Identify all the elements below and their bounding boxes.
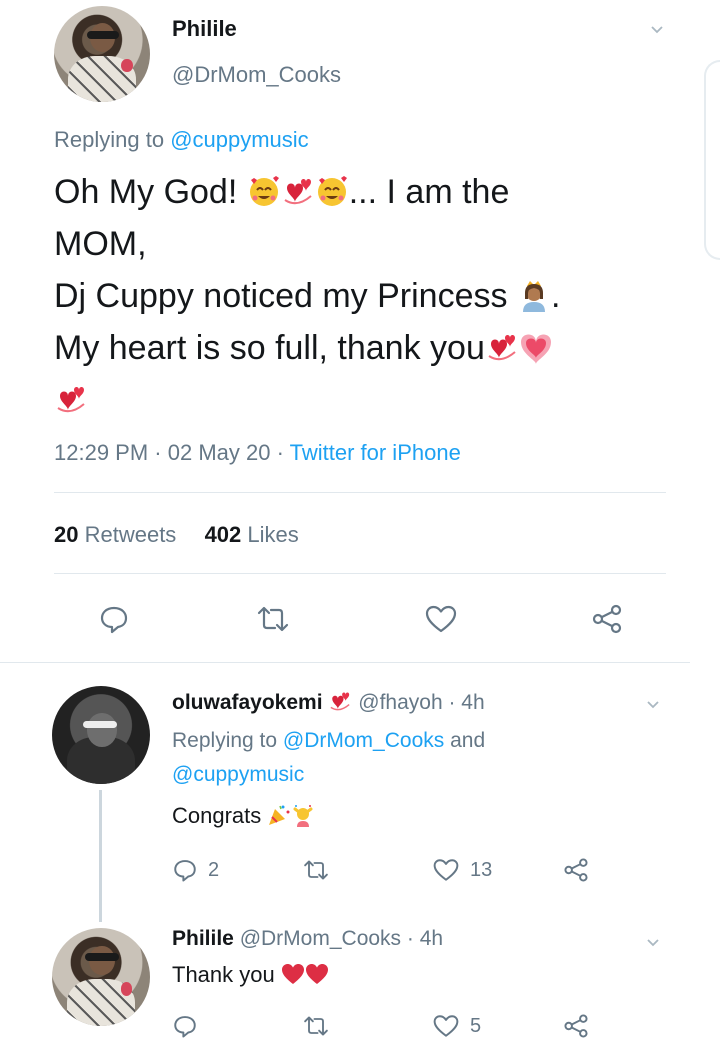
tweet-line-2: MOM,: [54, 225, 147, 263]
reply-author-line: oluwafayokemi @fhayoh · 4h: [172, 689, 485, 714]
reply-author-handle[interactable]: @fhayoh: [358, 691, 442, 714]
mention-link[interactable]: @cuppymusic: [170, 127, 309, 152]
revolving-hearts-icon: [485, 327, 519, 361]
reply-icon: [174, 860, 196, 882]
tweet-stats: 20 Retweets 402 Likes: [54, 522, 299, 548]
red-heart-icon: [281, 962, 305, 986]
like-button[interactable]: 5: [432, 1013, 481, 1039]
revolving-hearts-icon: [328, 689, 352, 713]
mention-link[interactable]: @DrMom_Cooks: [283, 729, 444, 752]
reply-author-line: Philile @DrMom_Cooks · 4h: [172, 927, 444, 950]
red-heart-icon: [305, 962, 329, 986]
thread-line: [99, 790, 102, 922]
likes-stat[interactable]: 402 Likes: [205, 522, 299, 547]
like-count: 5: [470, 1014, 482, 1037]
party-popper-icon: [267, 803, 291, 827]
chevron-down-icon[interactable]: [646, 697, 660, 711]
smiling-face-with-hearts-icon: [247, 171, 281, 206]
growing-heart-icon: [519, 327, 553, 364]
share-icon: [564, 1014, 588, 1038]
revolving-hearts-icon: [54, 379, 88, 413]
reply-age: 4h: [461, 691, 485, 714]
smiling-face-with-hearts-icon: [315, 171, 349, 206]
author-handle[interactable]: @DrMom_Cooks: [172, 62, 341, 88]
mention-link[interactable]: @cuppymusic: [172, 763, 304, 786]
share-button[interactable]: [591, 603, 623, 635]
divider: [0, 662, 690, 663]
reply-count: 2: [208, 858, 220, 881]
celebrating-person-icon: [291, 803, 315, 827]
revolving-hearts-icon: [281, 171, 315, 205]
reply-button[interactable]: [172, 1013, 198, 1039]
retweet-button[interactable]: [255, 603, 291, 635]
tweet-source[interactable]: Twitter for iPhone: [290, 440, 461, 465]
like-icon: [433, 1015, 459, 1037]
tweet-line-1: Oh My God! ... I am the: [54, 171, 510, 211]
reply-text: Congrats: [172, 803, 315, 829]
avatar-rose: [121, 58, 133, 73]
reply-replying-to: Replying to @DrMom_Cooks and @cuppymusic: [172, 729, 486, 786]
reply-icon: [100, 606, 128, 634]
tweet-line-4: My heart is so full, thank you: [54, 322, 694, 374]
avatar-face: [87, 713, 117, 747]
share-button[interactable]: [563, 1013, 589, 1039]
divider: [54, 492, 666, 493]
divider: [54, 573, 666, 574]
like-icon: [425, 605, 457, 633]
tweet-meta: 12:29 PM · 02 May 20 · Twitter for iPhon…: [54, 440, 461, 465]
like-count: 13: [470, 858, 493, 881]
avatar-rose: [120, 981, 133, 996]
tweet-time: 12:29 PM: [54, 440, 149, 465]
like-icon: [433, 859, 459, 881]
tweet-line-3: Dj Cuppy noticed my Princess .: [54, 275, 561, 315]
tweet-line-5: [54, 374, 694, 426]
retweets-stat[interactable]: 20 Retweets: [54, 522, 176, 547]
reply-avatar[interactable]: [52, 686, 150, 784]
retweet-icon: [257, 606, 289, 632]
author-name[interactable]: Philile: [172, 16, 237, 42]
reply-text: Thank you: [172, 962, 329, 988]
avatar-glasses: [85, 953, 119, 962]
reply-age: 4h: [419, 927, 444, 950]
retweet-button[interactable]: [302, 857, 330, 883]
like-button[interactable]: 13: [432, 857, 492, 883]
tweet-date: 02 May 20: [167, 440, 271, 465]
like-button[interactable]: [424, 603, 458, 635]
reply-author-handle[interactable]: @DrMom_Cooks: [240, 927, 401, 950]
retweet-icon: [304, 1016, 328, 1036]
princess-icon: [517, 275, 551, 312]
reply-author-name[interactable]: oluwafayokemi: [172, 691, 323, 714]
reply-avatar[interactable]: [52, 928, 150, 1026]
reply-icon: [174, 1016, 196, 1038]
retweet-icon: [304, 860, 328, 880]
share-button[interactable]: [563, 857, 589, 883]
author-avatar[interactable]: [54, 6, 150, 102]
avatar-glasses: [83, 721, 117, 729]
tweet-body: Oh My God! ... I am the MOM, Dj Cuppy no…: [54, 166, 694, 426]
retweet-button[interactable]: [302, 1013, 330, 1039]
reply-button[interactable]: 2: [172, 857, 219, 883]
chevron-down-icon[interactable]: [650, 22, 664, 36]
chevron-down-icon[interactable]: [646, 935, 660, 949]
share-icon: [592, 604, 622, 634]
reply-author-name[interactable]: Philile: [172, 927, 234, 950]
replying-to-line: Replying to @cuppymusic: [54, 127, 309, 153]
reply-button[interactable]: [98, 603, 130, 635]
share-icon: [564, 858, 588, 882]
replying-prefix: Replying to: [54, 127, 171, 152]
avatar-glasses: [86, 30, 120, 39]
screen-edge-decoration: [704, 60, 720, 260]
